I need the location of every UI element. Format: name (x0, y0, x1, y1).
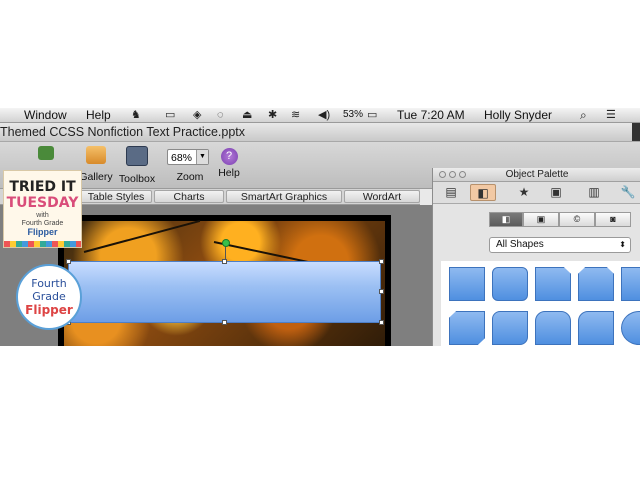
script-icon[interactable]: ♞ (131, 109, 141, 121)
notification-center-icon[interactable]: ☰ (606, 109, 616, 121)
window-title-bar: Themed CCSS Nonfiction Text Practice.ppt… (0, 123, 640, 142)
minimize-icon[interactable] (449, 171, 456, 178)
symbols-star-icon[interactable]: ★ (511, 184, 537, 201)
bluetooth-icon[interactable]: ✱ (268, 109, 277, 121)
menu-clock[interactable]: Tue 7:20 AM (397, 108, 465, 122)
selected-rectangle-shape[interactable] (68, 261, 381, 323)
symbols-segment[interactable]: © (559, 212, 595, 227)
gallery-label: Gallery (79, 171, 113, 183)
clip-art-books-icon[interactable]: ▥ (581, 184, 607, 201)
badge-tried-it: TRIED IT (9, 179, 76, 195)
shape-rectangle[interactable] (449, 267, 485, 301)
resize-handle-top-left[interactable] (66, 259, 71, 264)
clip-art-segment[interactable]: ▣ (523, 212, 559, 227)
tab-table-styles[interactable]: Table Styles (80, 190, 152, 203)
object-palette-title-bar: Object Palette (433, 168, 640, 182)
logo-fourth: Fourth (31, 277, 67, 290)
logo-grade: Grade (32, 290, 66, 303)
shape-snip-same-side-rectangle[interactable] (578, 267, 614, 301)
wifi-icon[interactable]: ≋ (291, 109, 300, 121)
menu-help[interactable]: Help (86, 108, 111, 122)
text-box-icon[interactable]: ▤ (438, 184, 464, 201)
shape-round-same-side-rectangle[interactable] (535, 311, 571, 345)
media-icon (38, 146, 54, 160)
palette-tabs: ▤ ◧ ★ ▣ ▥ 🔧 (433, 182, 640, 204)
badge-flipper: Flipper (27, 227, 58, 237)
shape-rectangle-partial[interactable] (621, 267, 640, 301)
gallery-icon (86, 146, 106, 164)
badge-with: with (36, 212, 49, 219)
shape-grid (441, 261, 640, 346)
photo-segment[interactable]: ◙ (595, 212, 631, 227)
wrench-icon[interactable]: 🔧 (615, 184, 640, 201)
shapes-tab-icon[interactable]: ◧ (470, 184, 496, 201)
zoom-select[interactable]: 68% ▼ (167, 149, 209, 165)
media-button[interactable] (36, 146, 56, 165)
branch-line (83, 219, 201, 253)
toolbox-icon (126, 146, 148, 166)
battery-icon[interactable]: ▭ (367, 109, 377, 121)
chevron-updown-icon: ⬍ (619, 240, 626, 249)
screenshot: Window Help ♞ ▭ ◈ ◌ ⏏ ✱ ≋ ◀) 53% ▭ Tue 7… (0, 108, 640, 346)
spotlight-search-icon[interactable]: ⌕ (580, 109, 587, 121)
eject-icon[interactable]: ⏏ (242, 109, 252, 121)
photos-icon[interactable]: ▣ (543, 184, 569, 201)
toolbox-button[interactable]: Toolbox (118, 146, 156, 185)
logo-flipper: Flipper (25, 303, 73, 317)
shape-filter-value: All Shapes (496, 239, 544, 250)
menu-window[interactable]: Window (24, 108, 67, 122)
badge-tuesday: TUESDAY (6, 195, 79, 211)
gallery-button[interactable]: Gallery (78, 146, 114, 183)
window-icon[interactable]: ▭ (165, 109, 175, 121)
shape-rounded-rectangle[interactable] (492, 267, 528, 301)
badge-fourth-grade: Fourth Grade (21, 220, 64, 227)
tried-it-tuesday-badge: TRIED IT TUESDAY with Fourth Grade Flipp… (3, 170, 82, 248)
resize-handle-top-right[interactable] (379, 259, 384, 264)
help-button[interactable]: ? Help (216, 146, 242, 179)
help-icon: ? (220, 148, 238, 165)
tab-charts[interactable]: Charts (154, 190, 224, 203)
menu-user[interactable]: Holly Snyder (484, 108, 552, 122)
sync-icon[interactable]: ◌ (217, 109, 224, 121)
shape-snip-diagonal-rectangle[interactable] (449, 311, 485, 345)
shapes-segment[interactable]: ◧ (489, 212, 523, 227)
resize-handle-bottom-right[interactable] (379, 320, 384, 325)
notification-icon[interactable]: ◈ (193, 109, 201, 121)
object-palette-title: Object Palette (505, 169, 569, 180)
badge-bunting-decoration (4, 241, 81, 247)
mac-menu-bar: Window Help ♞ ▭ ◈ ◌ ⏏ ✱ ≋ ◀) 53% ▭ Tue 7… (0, 108, 640, 123)
battery-percent[interactable]: 53% (343, 108, 363, 122)
zoom-label: Zoom (176, 171, 204, 183)
resize-handle-bottom[interactable] (222, 320, 227, 325)
document-title: Themed CCSS Nonfiction Text Practice.ppt… (0, 125, 246, 139)
rotation-handle[interactable] (222, 239, 230, 247)
resize-handle-right[interactable] (379, 289, 384, 294)
shape-oval[interactable] (621, 311, 640, 345)
tab-wordart[interactable]: WordArt (344, 190, 420, 203)
chevron-down-icon: ▼ (196, 150, 208, 164)
shape-round-diagonal-rectangle[interactable] (492, 311, 528, 345)
object-palette: Object Palette ▤ ◧ ★ ▣ ▥ 🔧 ◧ ▣ © ◙ All S… (432, 168, 640, 346)
help-label: Help (218, 167, 240, 179)
toolbox-label: Toolbox (118, 173, 156, 185)
close-icon[interactable] (439, 171, 446, 178)
zoom-window-icon[interactable] (459, 171, 466, 178)
tab-smartart-graphics[interactable]: SmartArt Graphics (226, 190, 342, 203)
window-edge (632, 123, 640, 141)
zoom-label-wrap: Zoom (175, 171, 205, 183)
resize-handle-top[interactable] (222, 259, 227, 264)
shape-filter-select[interactable]: All Shapes ⬍ (489, 237, 631, 253)
fourth-grade-flipper-logo: Fourth Grade Flipper (16, 264, 82, 330)
shape-round-single-corner-rectangle[interactable] (578, 311, 614, 345)
zoom-value: 68% (171, 152, 193, 164)
shape-snip-corner-rectangle[interactable] (535, 267, 571, 301)
volume-icon[interactable]: ◀) (318, 109, 330, 121)
